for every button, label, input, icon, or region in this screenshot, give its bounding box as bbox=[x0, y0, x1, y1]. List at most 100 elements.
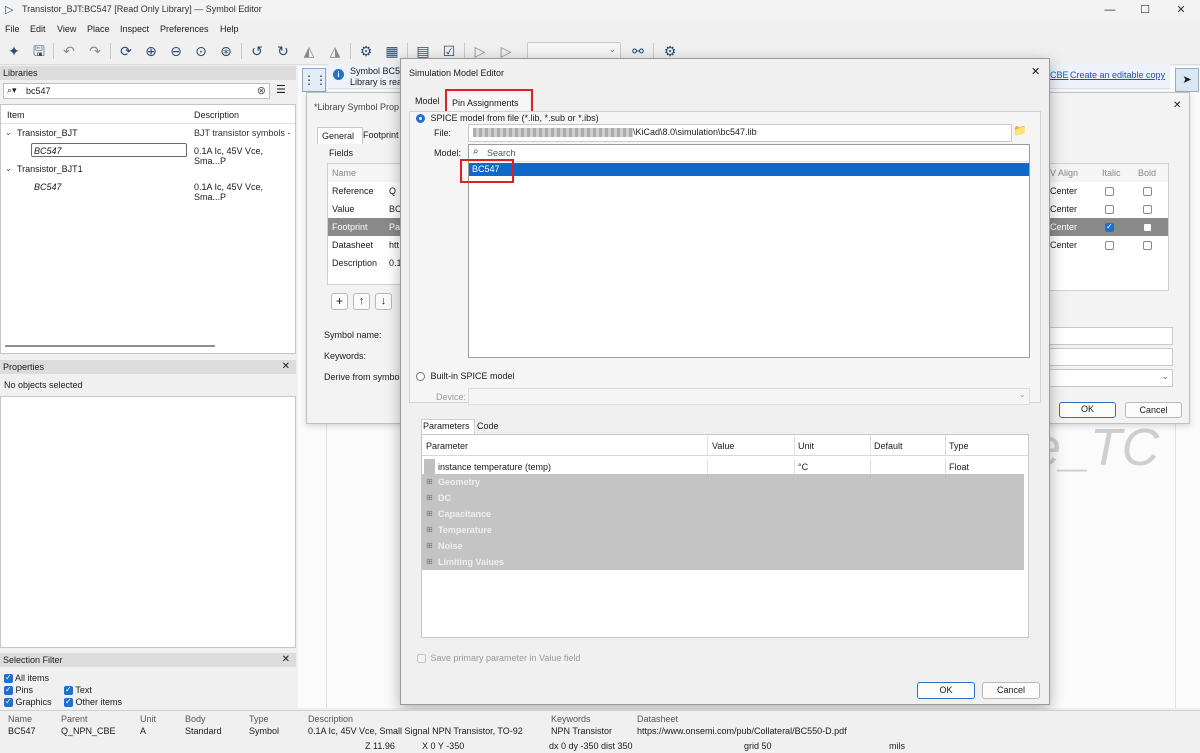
grid-row[interactable]: Center bbox=[1048, 200, 1168, 218]
move-down-button[interactable]: ↓ bbox=[375, 293, 392, 310]
model-search-input[interactable]: ⌕ Search bbox=[469, 145, 1029, 162]
tab-model[interactable]: Model bbox=[411, 93, 445, 109]
expand-icon[interactable]: ⊞ bbox=[426, 541, 433, 550]
close-icon[interactable]: ✕ bbox=[282, 653, 290, 667]
create-editable-copy-link[interactable]: Create an editable copy bbox=[1070, 70, 1165, 80]
italic-checkbox[interactable] bbox=[1105, 205, 1114, 215]
close-icon[interactable]: ✕ bbox=[1031, 65, 1040, 78]
expand-icon[interactable]: ⊞ bbox=[426, 557, 433, 566]
filter-other-items[interactable]: Other items bbox=[64, 697, 122, 708]
tab-code[interactable]: Code bbox=[475, 420, 511, 434]
group-geometry[interactable]: ⊞ Geometry bbox=[422, 474, 1024, 490]
undo-icon[interactable]: ↶ bbox=[59, 41, 79, 61]
grid-row[interactable]: Center bbox=[1048, 182, 1168, 200]
bold-checkbox[interactable] bbox=[1143, 205, 1152, 215]
close-window-icon[interactable]: ✕ bbox=[1174, 3, 1188, 17]
redo-icon[interactable]: ↷ bbox=[85, 41, 105, 61]
tree-row-library[interactable]: ⌄ Transistor_BJT1 bbox=[1, 161, 295, 177]
horizontal-scrollbar[interactable] bbox=[5, 345, 215, 347]
param-row-temp[interactable]: instance temperature (temp) °C Float bbox=[422, 459, 1024, 474]
filter-options-icon[interactable]: ☰ bbox=[276, 83, 286, 96]
close-icon[interactable]: ✕ bbox=[282, 360, 290, 374]
expand-icon[interactable]: ⊞ bbox=[426, 477, 433, 486]
group-limiting-values[interactable]: ⊞ Limiting Values bbox=[422, 554, 1024, 570]
cancel-button[interactable]: Cancel bbox=[982, 682, 1040, 699]
keywords-input[interactable] bbox=[1047, 348, 1173, 366]
menu-view[interactable]: View bbox=[57, 24, 76, 34]
model-list-item-selected[interactable]: BC547 bbox=[469, 163, 1029, 176]
builtin-spice-radio[interactable]: Built-in SPICE model bbox=[416, 371, 515, 382]
pin-table-icon[interactable]: ▦ bbox=[382, 41, 402, 61]
tab-parameters[interactable]: Parameters bbox=[421, 419, 475, 434]
spice-file-radio[interactable]: SPICE model from file (*.lib, *.sub or *… bbox=[416, 113, 599, 124]
rotate-ccw-icon[interactable]: ↺ bbox=[247, 41, 267, 61]
italic-checkbox[interactable] bbox=[1105, 187, 1114, 197]
bold-checkbox[interactable] bbox=[1143, 223, 1152, 233]
maximize-icon[interactable]: ☐ bbox=[1138, 3, 1152, 17]
menu-place[interactable]: Place bbox=[87, 24, 110, 34]
fields-row[interactable]: Reference Q bbox=[328, 182, 408, 200]
filter-graphics[interactable]: Graphics bbox=[4, 697, 52, 708]
grid-toggle-icon[interactable]: ⋮⋮ bbox=[302, 68, 327, 92]
ok-button[interactable]: OK bbox=[917, 682, 975, 699]
ok-button[interactable]: OK bbox=[1059, 402, 1116, 418]
expand-icon[interactable]: ⊞ bbox=[426, 525, 433, 534]
cbe-link[interactable]: CBE bbox=[1050, 70, 1069, 80]
rotate-cw-icon[interactable]: ↻ bbox=[273, 41, 293, 61]
tree-row-symbol[interactable]: BC547 0.1A Ic, 45V Vce, Sma...P bbox=[1, 179, 295, 202]
cancel-button[interactable]: Cancel bbox=[1125, 402, 1182, 418]
tab-footprint[interactable]: Footprint bbox=[361, 127, 405, 143]
menu-inspect[interactable]: Inspect bbox=[120, 24, 149, 34]
menu-help[interactable]: Help bbox=[220, 24, 239, 34]
zoom-out-icon[interactable]: ⊖ bbox=[166, 41, 186, 61]
grid-row[interactable]: Center bbox=[1048, 236, 1168, 254]
group-dc[interactable]: ⊞ DC bbox=[422, 490, 1024, 506]
device-select[interactable]: ⌄ bbox=[468, 388, 1030, 405]
derive-from-select[interactable]: ⌄ bbox=[1047, 369, 1173, 387]
filter-all-items[interactable]: All items bbox=[4, 673, 49, 684]
bold-checkbox[interactable] bbox=[1143, 241, 1152, 251]
mirror-h-icon[interactable]: ◭ bbox=[299, 41, 319, 61]
fields-row[interactable]: Description 0.1 bbox=[328, 254, 408, 272]
save-primary-checkbox[interactable]: Save primary parameter in Value field bbox=[417, 653, 580, 664]
tab-general[interactable]: General bbox=[317, 127, 363, 144]
menu-preferences[interactable]: Preferences bbox=[160, 24, 209, 34]
chevron-down-icon[interactable]: ⌄ bbox=[5, 128, 12, 137]
file-path-input[interactable]: \KiCad\8.0\simulation\bc547.lib bbox=[468, 124, 1012, 142]
filter-pins[interactable]: Pins bbox=[4, 685, 33, 696]
select-tool-icon[interactable]: ➤ bbox=[1175, 68, 1199, 92]
folder-browse-icon[interactable]: 📁 bbox=[1012, 124, 1028, 140]
group-temperature[interactable]: ⊞ Temperature bbox=[422, 522, 1024, 538]
refresh-icon[interactable]: ⟳ bbox=[116, 41, 136, 61]
zoom-selection-icon[interactable]: ⊛ bbox=[216, 41, 236, 61]
library-search-input[interactable]: ⌕▾ bc547 ⊗ bbox=[3, 83, 270, 99]
filter-text[interactable]: Text bbox=[64, 685, 92, 696]
expand-icon[interactable]: ⊞ bbox=[426, 493, 433, 502]
italic-checkbox[interactable] bbox=[1105, 222, 1114, 233]
group-noise[interactable]: ⊞ Noise bbox=[422, 538, 1024, 554]
group-capacitance[interactable]: ⊞ Capacitance bbox=[422, 506, 1024, 522]
tree-row-symbol-selected[interactable]: BC547 0.1A Ic, 45V Vce, Sma...P bbox=[1, 143, 295, 166]
clear-search-icon[interactable]: ⊗ bbox=[257, 84, 266, 97]
new-symbol-icon[interactable]: ✦ bbox=[4, 41, 24, 61]
menu-file[interactable]: File bbox=[5, 24, 20, 34]
zoom-in-icon[interactable]: ⊕ bbox=[141, 41, 161, 61]
menu-edit[interactable]: Edit bbox=[30, 24, 46, 34]
minimize-icon[interactable]: — bbox=[1103, 3, 1117, 17]
fields-row[interactable]: Datasheet htt bbox=[328, 236, 408, 254]
fields-row-selected[interactable]: Footprint Pa bbox=[328, 218, 408, 236]
save-icon[interactable]: 🖫 bbox=[29, 41, 49, 61]
move-up-button[interactable]: ↑ bbox=[353, 293, 370, 310]
grid-row-selected[interactable]: Center bbox=[1048, 218, 1168, 236]
chevron-down-icon[interactable]: ⌄ bbox=[5, 164, 12, 173]
expand-icon[interactable]: ⊞ bbox=[426, 509, 433, 518]
mirror-v-icon[interactable]: ◮ bbox=[325, 41, 345, 61]
symbol-props-icon[interactable]: ⚙ bbox=[356, 41, 376, 61]
fields-row[interactable]: Name bbox=[328, 164, 408, 182]
bold-checkbox[interactable] bbox=[1143, 187, 1152, 197]
zoom-fit-icon[interactable]: ⊙ bbox=[191, 41, 211, 61]
tree-row-library[interactable]: ⌄ Transistor_BJT BJT transistor symbols … bbox=[1, 125, 295, 141]
close-icon[interactable]: ✕ bbox=[1173, 100, 1181, 111]
italic-checkbox[interactable] bbox=[1105, 241, 1114, 251]
add-field-button[interactable]: + bbox=[331, 293, 348, 310]
